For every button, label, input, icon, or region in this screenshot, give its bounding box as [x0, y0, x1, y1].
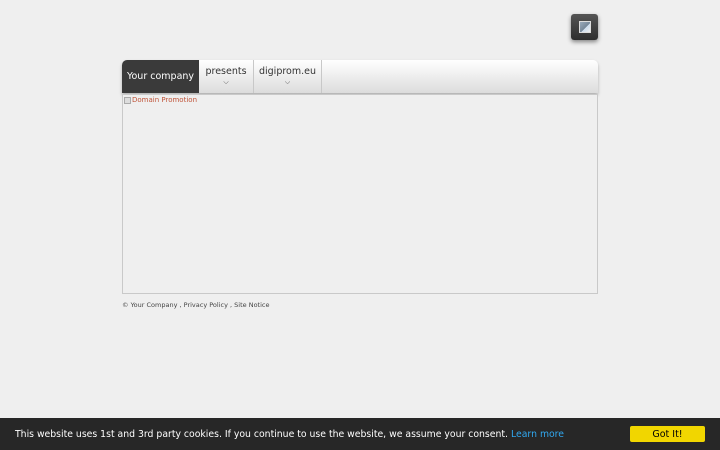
- image-alt-text: Domain Promotion: [132, 96, 198, 104]
- learn-more-link[interactable]: Learn more: [511, 429, 564, 440]
- footer: © Your Company , Privacy Policy , Site N…: [122, 301, 269, 309]
- nav-item-label: presents: [205, 65, 247, 77]
- privacy-policy-link[interactable]: Privacy Policy: [184, 301, 228, 309]
- nav-item-your-company[interactable]: Your company: [122, 60, 199, 93]
- content-area: Domain Promotion: [122, 94, 598, 294]
- main-navigation: Your company presents ⌵ digiprom.eu ⌵: [122, 60, 598, 93]
- got-it-button[interactable]: Got It!: [630, 426, 705, 442]
- cookie-banner: This website uses 1st and 3rd party cook…: [0, 418, 720, 450]
- broken-image-icon: [124, 96, 131, 104]
- language-button[interactable]: [571, 14, 598, 40]
- chevron-down-icon: ⌵: [284, 77, 291, 86]
- nav-item-label: Your company: [126, 70, 195, 82]
- nav-item-presents[interactable]: presents ⌵: [199, 60, 254, 93]
- site-notice-link[interactable]: Site Notice: [234, 301, 269, 309]
- domain-promotion-image: Domain Promotion: [123, 95, 197, 104]
- image-placeholder-icon: [578, 21, 591, 33]
- cookie-message: This website uses 1st and 3rd party cook…: [15, 428, 508, 440]
- copyright-text: © Your Company: [122, 301, 178, 309]
- nav-item-digiprom[interactable]: digiprom.eu ⌵: [254, 60, 322, 93]
- chevron-down-icon: ⌵: [223, 77, 229, 86]
- nav-item-label: digiprom.eu: [258, 65, 317, 77]
